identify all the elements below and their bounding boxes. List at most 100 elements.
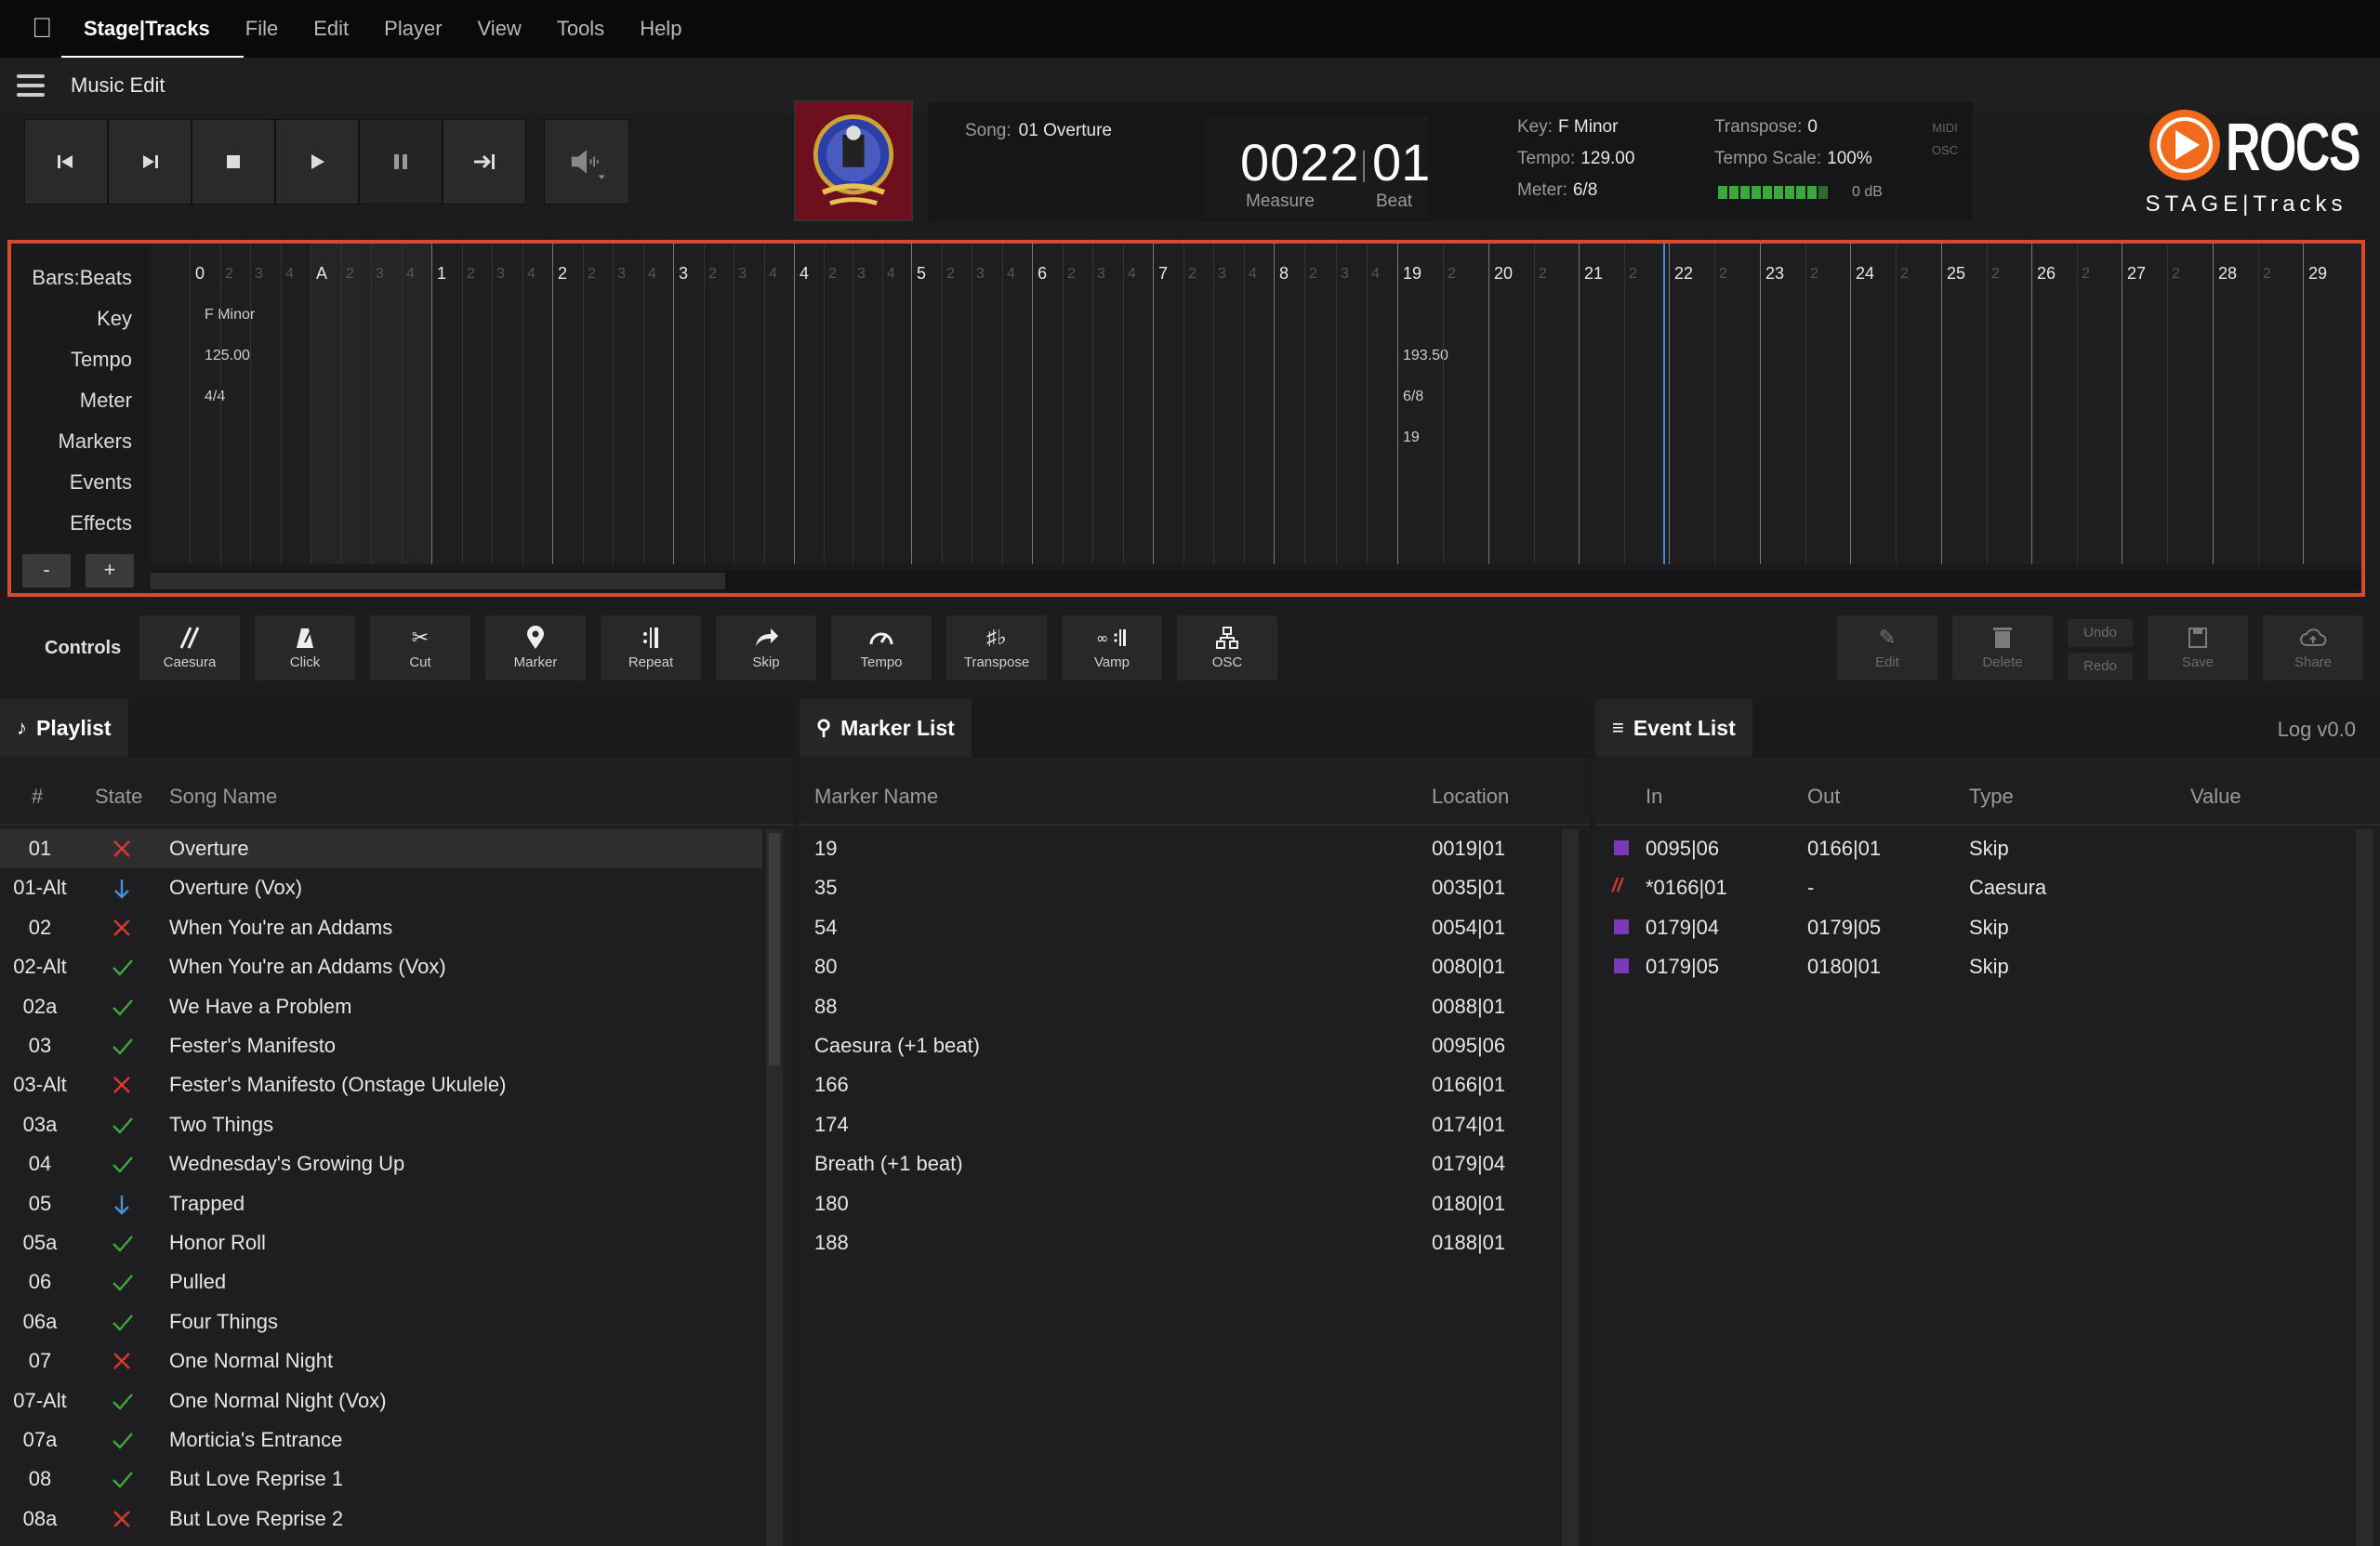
col-location[interactable]: Location (1432, 785, 1509, 809)
event-in: 0095|06 (1646, 837, 1720, 860)
caesura-button[interactable]: Caesura (139, 615, 240, 681)
playlist-row[interactable]: 01 Overture (0, 829, 762, 868)
menu-bar:  Stage|Tracks File Edit Player View Too… (0, 0, 2380, 59)
checkmark-icon (112, 1233, 134, 1259)
col-state[interactable]: State (95, 785, 142, 809)
playlist-row[interactable]: 03 Fester's Manifesto (0, 1026, 762, 1065)
bar-line-6 (1032, 244, 1033, 564)
marker-row[interactable]: 54 0054|01 (800, 908, 1558, 947)
marker-row[interactable]: 174 0174|01 (800, 1105, 1558, 1144)
tempo-button[interactable]: Tempo (831, 615, 932, 681)
marker-row[interactable]: 188 0188|01 (800, 1223, 1558, 1262)
col-marker-name[interactable]: Marker Name (814, 785, 938, 809)
playlist-row[interactable]: 05 Trapped (0, 1184, 762, 1223)
save-button[interactable]: Save (2148, 615, 2248, 681)
menu-tools[interactable]: Tools (557, 17, 604, 41)
playlist-row[interactable]: 04 Wednesday's Growing Up (0, 1144, 762, 1183)
marker-row[interactable]: Breath (+1 beat) 0179|04 (800, 1144, 1558, 1183)
play-button[interactable] (275, 119, 359, 205)
undo-button[interactable]: Undo (2068, 619, 2133, 647)
song-name: When You're an Addams (169, 915, 393, 939)
redo-button[interactable]: Redo (2068, 653, 2133, 681)
event-row[interactable]: 0179|05 0180|01 Skip (1595, 947, 2350, 986)
marker-row[interactable]: 88 0088|01 (800, 987, 1558, 1026)
zoom-in-button[interactable]: + (86, 554, 134, 588)
timeline-grid[interactable]: F Minor 125.00 4/4 193.50 6/8 19 0234A23… (151, 244, 2361, 564)
col-type[interactable]: Type (1969, 785, 2014, 809)
share-button[interactable]: Share (2263, 615, 2363, 681)
marker-location: 0035|01 (1432, 876, 1506, 900)
menu-edit[interactable]: Edit (313, 17, 349, 41)
menu-file[interactable]: File (245, 17, 278, 41)
playlist-row[interactable]: 07a Morticia's Entrance (0, 1420, 762, 1460)
playlist-row[interactable]: 06 Pulled (0, 1262, 762, 1302)
marker-row[interactable]: Caesura (+1 beat) 0095|06 (800, 1026, 1558, 1065)
event-row[interactable]: 0179|04 0179|05 Skip (1595, 908, 2350, 947)
event-row[interactable]: 0095|06 0166|01 Skip (1595, 829, 2350, 868)
playlist-row[interactable]: 06a Four Things (0, 1302, 762, 1341)
volume-button[interactable] (544, 119, 629, 205)
menu-view[interactable]: View (478, 17, 522, 41)
playhead-cursor[interactable] (1663, 244, 1665, 564)
marker-row[interactable]: 19 0019|01 (800, 829, 1558, 868)
marker-button[interactable]: Marker (485, 615, 586, 681)
apple-icon[interactable]:  (32, 15, 56, 43)
playlist-scrollbar[interactable] (766, 829, 783, 1546)
playlist-row[interactable]: 05a Honor Roll (0, 1223, 762, 1262)
stop-button[interactable] (192, 119, 275, 205)
col-song-name[interactable]: Song Name (169, 785, 277, 809)
marker-row[interactable]: 166 0166|01 (800, 1065, 1558, 1104)
playlist-row[interactable]: 03-Alt Fester's Manifesto (Onstage Ukulel… (0, 1065, 762, 1104)
col-value[interactable]: Value (2190, 785, 2241, 809)
playlist-row[interactable]: 08a But Love Reprise 2 (0, 1500, 762, 1539)
repeat-button[interactable]: Repeat (601, 615, 701, 681)
menu-player[interactable]: Player (384, 17, 442, 41)
playlist-row[interactable]: 01-Alt Overture (Vox) (0, 868, 762, 907)
skip-back-button[interactable] (24, 119, 108, 205)
marker-scrollbar[interactable] (1562, 829, 1579, 1546)
osc-button[interactable]: OSC (1177, 615, 1277, 681)
bar-number-bar-19: 19 (1403, 264, 1422, 283)
skip-button[interactable]: Skip (716, 615, 816, 681)
playlist-row[interactable]: 02-Alt When You're an Addams (Vox) (0, 947, 762, 986)
pause-button[interactable] (359, 119, 443, 205)
marker-19-label[interactable]: 19 (1403, 429, 1420, 446)
zoom-out-button[interactable]: - (22, 554, 71, 588)
col-out[interactable]: Out (1807, 785, 1840, 809)
hamburger-menu-icon[interactable] (17, 74, 45, 97)
event-scrollbar[interactable] (2356, 829, 2373, 1546)
vamp-button[interactable]: ∞ Vamp (1062, 615, 1162, 681)
scissors-icon: ✂ (411, 626, 430, 649)
click-button[interactable]: Click (255, 615, 355, 681)
cut-button[interactable]: ✂ Cut (370, 615, 470, 681)
marker-list-tab[interactable]: ⚲ Marker List (800, 699, 972, 757)
playlist-row[interactable]: 03a Two Things (0, 1105, 762, 1144)
event-row[interactable]: // *0166|01 - Caesura (1595, 868, 2350, 907)
transpose-button[interactable]: ♯♭ Transpose (946, 615, 1047, 681)
timeline-scroll-thumb[interactable] (151, 573, 725, 589)
playlist-row[interactable]: 02 When You're an Addams (0, 908, 762, 947)
playlist-row[interactable]: 07-Alt One Normal Night (Vox) (0, 1381, 762, 1420)
marker-row[interactable]: 35 0035|01 (800, 868, 1558, 907)
marker-row[interactable]: 180 0180|01 (800, 1184, 1558, 1223)
beat-number: 2 (225, 266, 233, 282)
log-version[interactable]: Log v0.0 (2278, 718, 2356, 742)
playlist-title: Playlist (36, 715, 112, 740)
edit-button[interactable]: ✎ Edit (1837, 615, 1937, 681)
col-in[interactable]: In (1646, 785, 1662, 809)
jump-end-button[interactable] (443, 119, 526, 205)
col-number[interactable]: # (32, 785, 43, 809)
delete-button[interactable]: Delete (1952, 615, 2053, 681)
playlist-row[interactable]: 02a We Have a Problem (0, 987, 762, 1026)
playlist-row[interactable]: 08 But Love Reprise 1 (0, 1460, 762, 1499)
menu-help[interactable]: Help (640, 17, 681, 41)
level-segment (1807, 186, 1817, 199)
playlist-scroll-thumb[interactable] (769, 833, 780, 1065)
playlist-row[interactable]: 07 One Normal Night (0, 1341, 762, 1381)
menu-app-name[interactable]: Stage|Tracks (61, 17, 244, 59)
timeline-scrollbar[interactable] (151, 571, 2361, 591)
marker-row[interactable]: 80 0080|01 (800, 947, 1558, 986)
playlist-tab[interactable]: ♪ Playlist (0, 699, 128, 757)
event-list-tab[interactable]: ≡ Event List (1595, 699, 1752, 757)
skip-forward-button[interactable] (108, 119, 192, 205)
